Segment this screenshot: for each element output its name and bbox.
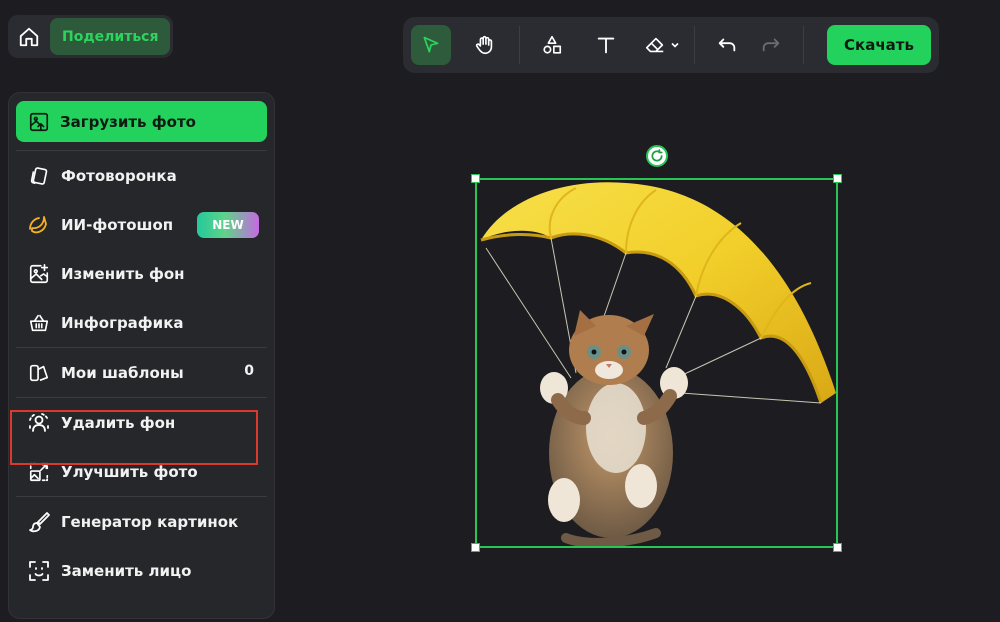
sidebar-item-change-background[interactable]: Изменить фон bbox=[16, 249, 267, 298]
sidebar-item-label: Фотоворонка bbox=[61, 166, 177, 185]
hand-icon bbox=[475, 35, 493, 55]
sidebar-item-label: Инфографика bbox=[61, 313, 184, 332]
sidebar-item-label: Мои шаблоны bbox=[61, 363, 184, 382]
sidebar-item-my-templates[interactable]: Мои шаблоны 0 bbox=[16, 348, 267, 397]
text-icon bbox=[597, 37, 615, 54]
chevron-down-icon bbox=[671, 42, 679, 48]
resize-handle-bottom-left[interactable] bbox=[471, 543, 480, 552]
basket-icon bbox=[27, 311, 51, 335]
sidebar-item-label: Изменить фон bbox=[61, 264, 185, 283]
resize-handle-top-left[interactable] bbox=[471, 174, 480, 183]
text-tool-button[interactable] bbox=[586, 25, 626, 65]
face-swap-icon bbox=[27, 559, 51, 583]
select-tool-button[interactable] bbox=[411, 25, 451, 65]
redo-button[interactable] bbox=[751, 25, 791, 65]
share-button[interactable]: Поделиться bbox=[50, 18, 171, 55]
toolbar-separator bbox=[803, 26, 804, 64]
sidebar-item-infographics[interactable]: Инфографика bbox=[16, 298, 267, 347]
tools-sidebar: Загрузить фото Фотоворонка ИИ-фотошоп NE… bbox=[8, 92, 275, 619]
sidebar-item-label: Удалить фон bbox=[61, 413, 176, 432]
eraser-tool bbox=[640, 25, 670, 65]
upload-photo-button[interactable]: Загрузить фото bbox=[16, 101, 267, 142]
sidebar-item-image-generator[interactable]: Генератор картинок bbox=[16, 497, 267, 546]
sidebar-item-ai-photoshop[interactable]: ИИ-фотошоп NEW bbox=[16, 200, 267, 249]
sidebar-item-face-swap[interactable]: Заменить лицо bbox=[16, 546, 267, 595]
sidebar-item-remove-background[interactable]: Удалить фон bbox=[16, 398, 267, 447]
toolbar-separator bbox=[519, 26, 520, 64]
remove-bg-icon bbox=[27, 411, 51, 435]
templates-count: 0 bbox=[244, 363, 254, 379]
enhance-icon bbox=[27, 460, 51, 484]
shapes-tool-button[interactable] bbox=[532, 25, 572, 65]
top-left-bar: Поделиться bbox=[8, 15, 174, 58]
cards-icon bbox=[27, 164, 51, 188]
eraser-icon bbox=[645, 37, 664, 53]
sidebar-item-label: Заменить лицо bbox=[61, 561, 192, 580]
rotate-icon bbox=[651, 149, 663, 162]
rotate-handle[interactable] bbox=[646, 145, 668, 167]
brush-icon bbox=[27, 510, 51, 534]
upload-photo-label: Загрузить фото bbox=[60, 112, 196, 131]
home-button[interactable] bbox=[11, 19, 47, 55]
undo-button[interactable] bbox=[707, 25, 747, 65]
upload-image-icon bbox=[28, 111, 50, 133]
selection-box bbox=[475, 178, 838, 548]
eraser-tool-button[interactable] bbox=[640, 25, 680, 65]
hand-tool-button[interactable] bbox=[465, 25, 505, 65]
download-button[interactable]: Скачать bbox=[827, 25, 931, 65]
cursor-icon bbox=[423, 36, 439, 53]
home-icon bbox=[19, 27, 39, 46]
sidebar-item-label: Генератор картинок bbox=[61, 512, 239, 531]
sidebar-item-label: Улучшить фото bbox=[61, 462, 198, 481]
shapes-icon bbox=[543, 35, 562, 54]
resize-handle-top-right[interactable] bbox=[833, 174, 842, 183]
resize-handle-bottom-right[interactable] bbox=[833, 543, 842, 552]
editor-toolbar: Скачать bbox=[403, 17, 939, 73]
banana-icon bbox=[27, 213, 51, 237]
templates-icon bbox=[27, 361, 51, 385]
new-badge: NEW bbox=[197, 212, 259, 238]
sidebar-item-photofunnel[interactable]: Фотоворонка bbox=[16, 151, 267, 200]
redo-icon bbox=[762, 38, 780, 52]
image-plus-icon bbox=[27, 262, 51, 286]
sidebar-item-enhance-photo[interactable]: Улучшить фото bbox=[16, 447, 267, 496]
toolbar-separator bbox=[694, 26, 695, 64]
sidebar-item-label: ИИ-фотошоп bbox=[61, 215, 174, 234]
undo-icon bbox=[718, 38, 736, 52]
